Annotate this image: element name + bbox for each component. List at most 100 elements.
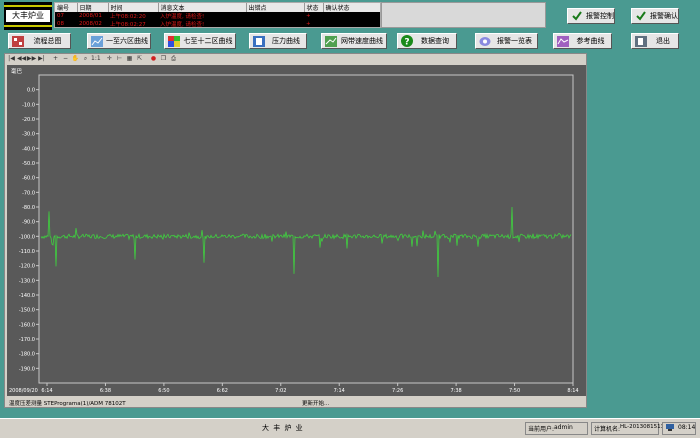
trend-series-line <box>40 206 572 278</box>
overview-button[interactable]: 流程总图 <box>8 33 71 49</box>
palette-icon <box>167 35 180 47</box>
zoom-in-icon[interactable]: + <box>51 55 60 63</box>
y-tick-label: -40.0 <box>22 146 35 152</box>
crosshair-icon[interactable]: ✛ <box>105 55 114 63</box>
checkmark-icon <box>570 10 583 22</box>
trend-toolbar: |◀ ◀◀ ▶▶ ▶| + − ✋ ⌕ 1:1 ✛ ⊢ ▦ ⇱ ● ❐ ⎙ <box>5 54 586 64</box>
y-tick-label: -30.0 <box>22 132 35 138</box>
alarm-column-header[interactable]: 时间 <box>108 3 159 12</box>
search-icon[interactable]: ⌕ <box>81 55 90 63</box>
logo-text: 大丰炉业 <box>6 10 50 22</box>
bell-icon <box>478 35 491 47</box>
y-tick-label: -60.0 <box>22 176 35 182</box>
y-tick-label: -10.0 <box>22 102 35 108</box>
alarm-row[interactable]: 08 2008/02 上午08:02:27 入炉温度, 请检查! + <box>55 20 380 28</box>
help-icon: ? <box>400 35 413 47</box>
alarm-cell: 2008/02 <box>79 21 102 27</box>
alarm-column-header[interactable]: 编号 <box>55 3 78 12</box>
y-tick-label: -110.0 <box>19 249 35 255</box>
one-to-one-icon[interactable]: 1:1 <box>91 55 101 63</box>
alarm-column-header[interactable]: 日期 <box>77 3 109 12</box>
alarm-table[interactable]: 编号 日期 时间 消息文本 出错点 状态 确认状态 07 2008/01 上午08:02:20 入… <box>54 2 381 28</box>
alarm-cell: 07 <box>57 13 64 19</box>
x-tick-label: 6:14 <box>41 388 52 394</box>
y-tick-label: -150.0 <box>19 308 35 314</box>
alarm-cell: 08 <box>57 21 64 27</box>
ruler-icon[interactable]: ⊢ <box>115 55 124 63</box>
alarm-control-button[interactable]: 报警控制 <box>567 8 615 24</box>
y-tick-label: -100.0 <box>19 234 35 240</box>
y-tick-label: -80.0 <box>22 205 35 211</box>
zone-7-12-curve-button[interactable]: 七至十二区曲线 <box>164 33 236 49</box>
y-tick-label: -190.0 <box>19 366 35 372</box>
user-label: 当前用户: <box>528 426 555 433</box>
x-tick-label: 6:38 <box>100 388 111 394</box>
prev-page-icon[interactable]: ◀◀ <box>17 55 26 63</box>
alarm-column-header[interactable]: 确认状态 <box>323 3 380 12</box>
stop-icon[interactable]: ● <box>149 55 158 63</box>
speed-chart-icon <box>324 35 337 47</box>
alarm-column-header[interactable]: 消息文本 <box>158 3 247 12</box>
pressure-curve-button[interactable]: 压力曲线 <box>249 33 307 49</box>
alarm-column-header[interactable]: 出错点 <box>246 3 305 12</box>
data-query-button[interactable]: ? 数据查询 <box>397 33 457 49</box>
y-tick-label: 0.0 <box>27 88 35 94</box>
flowchart-icon <box>11 35 24 47</box>
alarm-cell <box>246 20 304 27</box>
alarm-row[interactable]: 07 2008/01 上午08:02:20 入炉温度, 请检查! + <box>55 12 380 20</box>
clock-box: 08:14 <box>662 422 696 435</box>
computer-label: 计算机名: <box>594 426 621 433</box>
alarm-cell: 2008/01 <box>79 13 102 19</box>
alarm-panel-blank <box>381 2 546 28</box>
trend-statusbar: 温度压差测量 STEPrograma(1)/ADM 78102T 更新开始... <box>7 398 586 407</box>
trend-chart-svg: 毫巴 0.0 -10.0 -20.0 -30.0 -40.0 -50.0 -60.0 -70.0… <box>9 67 579 394</box>
y-unit-label: 毫巴 <box>11 67 23 75</box>
last-page-icon[interactable]: ▶| <box>37 55 46 63</box>
x-start-label: 2008/09/20 <box>9 388 38 394</box>
zoom-out-icon[interactable]: − <box>61 55 70 63</box>
plot-frame <box>38 74 574 384</box>
alarm-cell <box>323 20 380 27</box>
reference-chart-icon <box>556 35 569 47</box>
x-tick-label: 7:14 <box>334 388 345 394</box>
y-tick-label: -140.0 <box>19 293 35 299</box>
x-tick-label: 7:38 <box>450 388 461 394</box>
alarm-cell <box>323 12 380 20</box>
monitor-icon <box>666 424 674 433</box>
toolbar-separator <box>101 55 104 63</box>
alarm-cell: 入炉温度, 请检查! <box>160 22 205 28</box>
y-tick-label: -180.0 <box>19 352 35 358</box>
footer: 大 丰 炉 业 当前用户: admin 计算机名: HL-20130815132… <box>0 418 700 438</box>
status-center: 更新开始... <box>302 401 330 407</box>
computer-box: 计算机名: HL-201308151324 <box>591 422 671 435</box>
y-tick-label: -50.0 <box>22 161 35 167</box>
chart-icon <box>90 35 103 47</box>
zone-1-6-curve-button[interactable]: 一至六区曲线 <box>87 33 151 49</box>
trend-chart[interactable]: 毫巴 0.0 -10.0 -20.0 -30.0 -40.0 -50.0 -60.0 -70.0… <box>7 65 586 396</box>
alarm-cell: + <box>306 21 311 27</box>
export-icon[interactable]: ⇱ <box>135 55 144 63</box>
pressure-icon <box>252 35 265 47</box>
alarm-cell <box>246 12 304 20</box>
alarm-column-header[interactable]: 状态 <box>304 3 324 12</box>
first-page-icon[interactable]: |◀ <box>7 55 16 63</box>
status-left: 温度压差测量 STEPrograma(1)/ADM 78102T <box>9 401 126 407</box>
reference-curve-button[interactable]: 参考曲线 <box>553 33 612 49</box>
copy-icon[interactable]: ❐ <box>159 55 168 63</box>
next-page-icon[interactable]: ▶▶ <box>27 55 36 63</box>
alarm-cell: 上午08:02:27 <box>110 22 146 28</box>
y-tick-label: -160.0 <box>19 322 35 328</box>
clock-time: 08:14 <box>678 424 696 431</box>
belt-speed-curve-button[interactable]: 网带速度曲线 <box>321 33 387 49</box>
alarm-list-button[interactable]: 报警一览表 <box>475 33 538 49</box>
alarm-confirm-button[interactable]: 报警确认 <box>631 8 679 24</box>
checkmark-icon <box>634 10 647 22</box>
y-tick-label: -170.0 <box>19 337 35 343</box>
x-tick-label: 7:50 <box>509 388 520 394</box>
hand-icon[interactable]: ✋ <box>71 55 80 63</box>
print-icon[interactable]: ⎙ <box>169 55 178 63</box>
x-tick-label: 6:50 <box>158 388 169 394</box>
exit-button[interactable]: 退出 <box>631 33 679 49</box>
alarm-cell: + <box>306 13 311 19</box>
grid-icon[interactable]: ▦ <box>125 55 134 63</box>
